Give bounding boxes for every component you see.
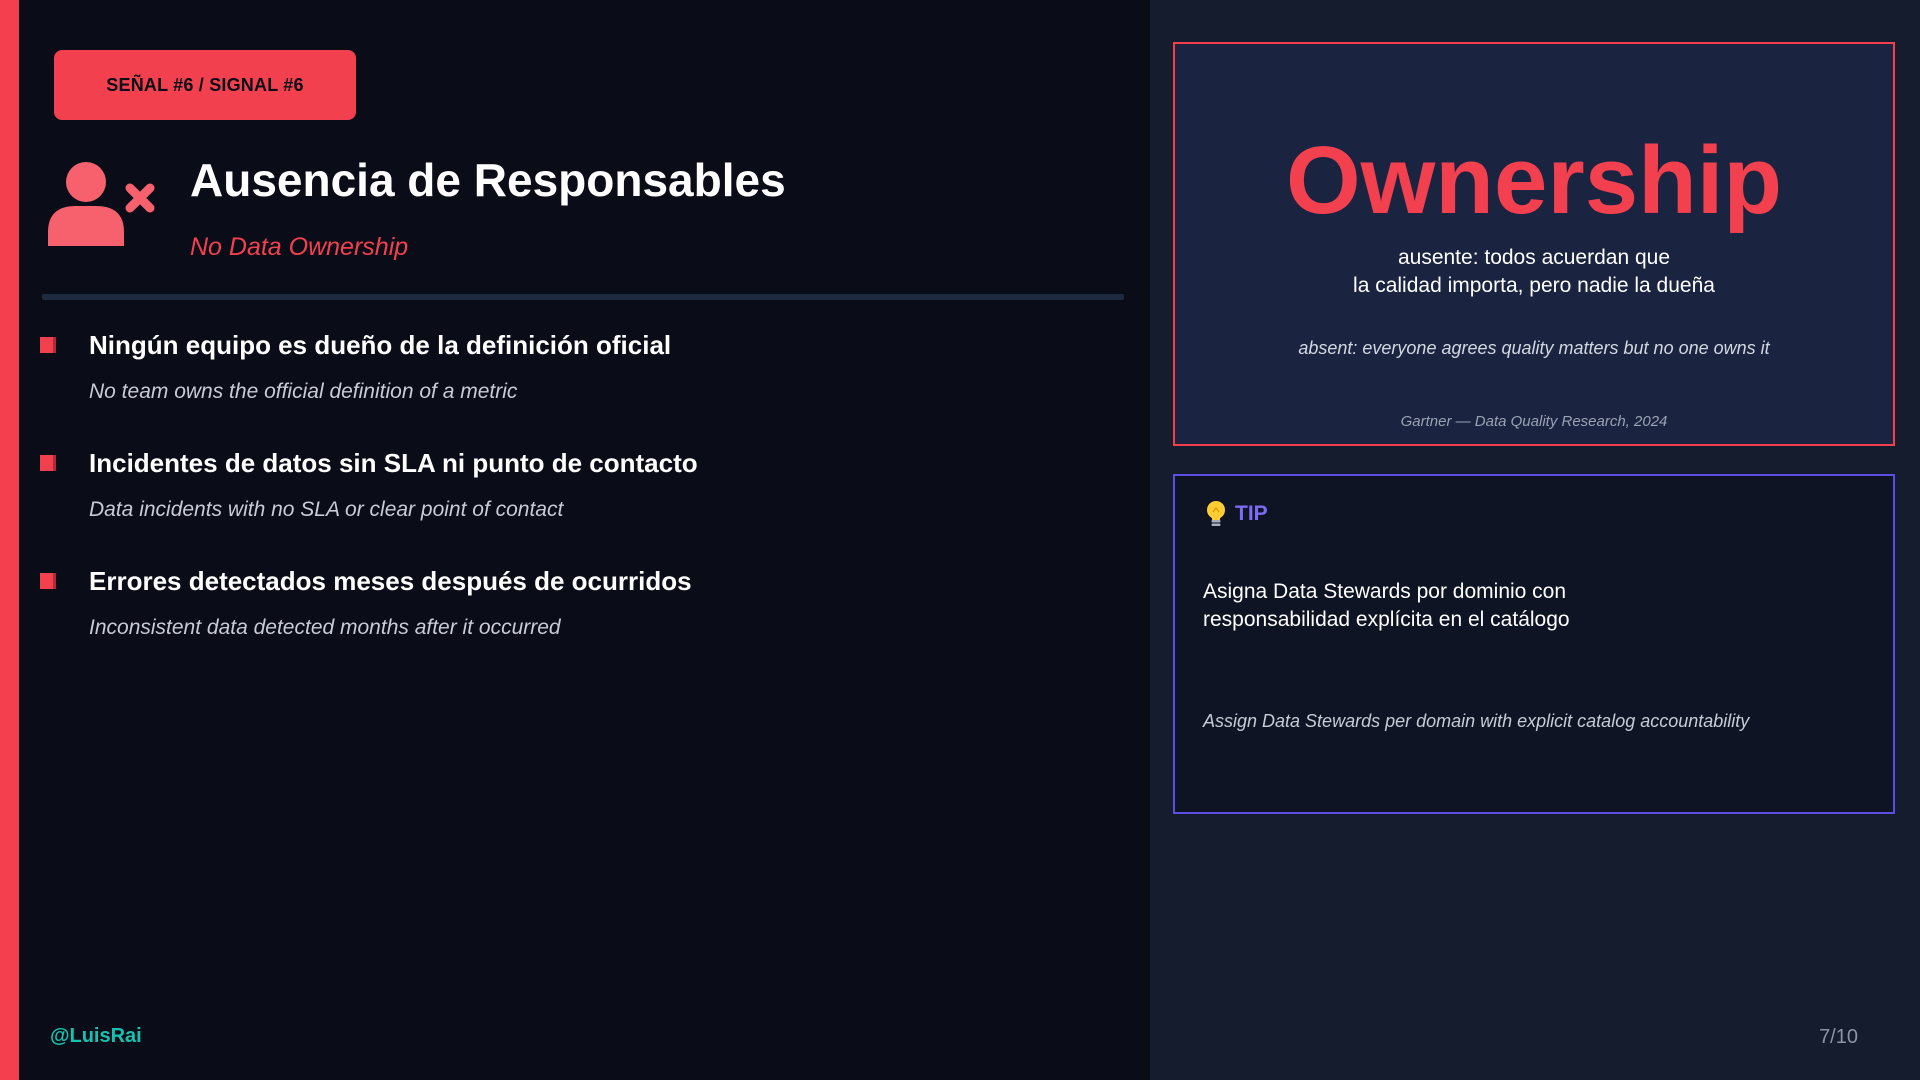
tip-card: TIP Asigna Data Stewards por dominio con…: [1173, 474, 1895, 814]
signal-badge: SEÑAL #6 / SIGNAL #6: [54, 50, 356, 120]
stat-text-es: ausente: todos acuerdan que la calidad i…: [1175, 244, 1893, 300]
bullet-text-es: Errores detectados meses después de ocur…: [89, 566, 692, 596]
bullet-text-en: Inconsistent data detected months after …: [89, 616, 561, 639]
user-x-icon: [48, 162, 155, 246]
author-handle: @LuisRai: [50, 1025, 142, 1047]
stat-card: Ownership ausente: todos acuerdan que la…: [1173, 42, 1895, 446]
stat-text-en: absent: everyone agrees quality matters …: [1298, 338, 1770, 358]
tip-text-es-line: responsabilidad explícita en el catálogo: [1203, 608, 1570, 631]
lightbulb-icon: [1207, 501, 1225, 526]
left-accent-bar: [0, 0, 19, 1080]
page-subtitle: No Data Ownership: [190, 233, 409, 261]
signal-badge-label: SEÑAL #6 / SIGNAL #6: [106, 74, 304, 95]
bullet-text-es: Ningún equipo es dueño de la definición …: [89, 330, 672, 360]
tip-text-en: Assign Data Stewards per domain with exp…: [1203, 711, 1750, 731]
stat-source: Gartner — Data Quality Research, 2024: [1400, 413, 1668, 430]
bullet-square-icon: [40, 573, 56, 589]
stat-text-es-line: la calidad importa, pero nadie la dueña: [1353, 274, 1715, 297]
bullet-text-en: Data incidents with no SLA or clear poin…: [89, 498, 564, 521]
tip-label: TIP: [1235, 502, 1268, 525]
page-indicator: 7/10: [1819, 1026, 1858, 1048]
stat-headline: Ownership: [1285, 127, 1783, 234]
tip-header: TIP: [1205, 500, 1268, 528]
bullet-text-es: Incidentes de datos sin SLA ni punto de …: [89, 448, 698, 478]
bullet-square-icon: [40, 337, 56, 353]
tip-text-es-line: Asigna Data Stewards por dominio con: [1203, 580, 1567, 603]
stat-text-es-line: ausente: todos acuerdan que: [1397, 246, 1671, 269]
header-divider: [42, 294, 1124, 300]
tip-text-es: Asigna Data Stewards por dominio con res…: [1203, 578, 1570, 634]
bullet-square-icon: [40, 455, 56, 471]
bullet-text-en: No team owns the official definition of …: [89, 380, 518, 403]
page-title: Ausencia de Responsables: [190, 154, 786, 206]
